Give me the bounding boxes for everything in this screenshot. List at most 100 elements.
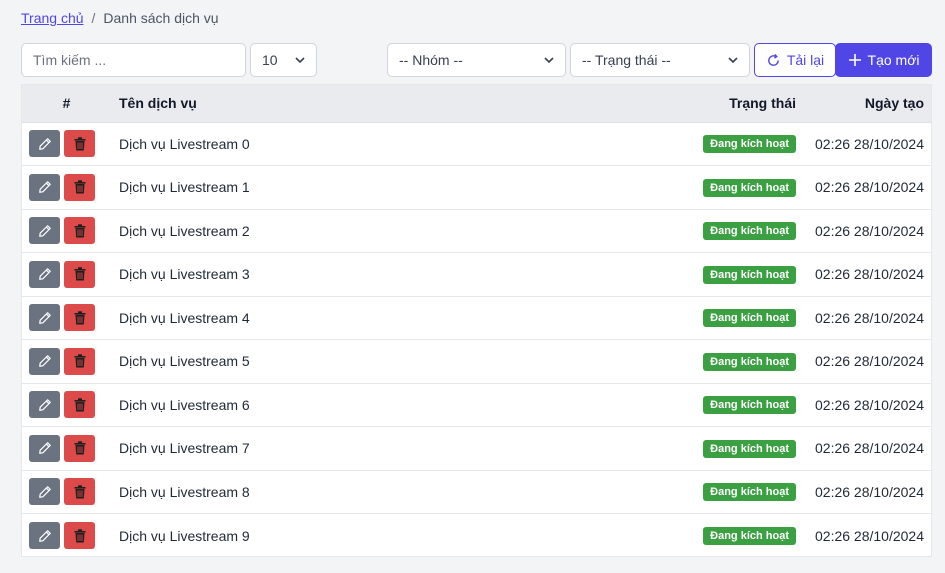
group-select[interactable]: -- Nhóm -- — [387, 43, 566, 77]
pencil-icon — [38, 181, 51, 194]
row-actions — [22, 427, 111, 471]
status-cell: Đang kích hoạt — [676, 296, 796, 340]
column-header-created: Ngày tạo — [796, 85, 931, 123]
status-cell: Đang kích hoạt — [676, 470, 796, 514]
pencil-icon — [38, 137, 51, 150]
status-cell: Đang kích hoạt — [676, 122, 796, 166]
created-date: 02:26 28/10/2024 — [815, 266, 924, 283]
table-row: Dịch vụ Livestream 4 Đang kích hoạt 02:2… — [22, 296, 931, 340]
services-table: # Tên dịch vụ Trạng thái Ngày tạo Dịch v… — [21, 84, 932, 557]
created-date: 02:26 28/10/2024 — [815, 179, 924, 196]
per-page-value: 10 — [262, 52, 278, 68]
status-select[interactable]: -- Trạng thái -- — [570, 43, 750, 77]
created-date: 02:26 28/10/2024 — [815, 396, 924, 413]
row-actions — [22, 296, 111, 340]
reload-button[interactable]: Tải lại — [754, 43, 836, 77]
service-name: Dịch vụ Livestream 4 — [119, 309, 250, 326]
delete-button[interactable] — [64, 173, 95, 201]
plus-icon — [848, 54, 861, 66]
edit-button[interactable] — [29, 522, 60, 549]
status-badge: Đang kích hoạt — [703, 222, 796, 241]
status-badge: Đang kích hoạt — [703, 352, 796, 371]
status-cell: Đang kích hoạt — [676, 514, 796, 558]
status-badge: Đang kích hoạt — [703, 527, 796, 545]
status-badge: Đang kích hoạt — [703, 396, 796, 415]
table-row: Dịch vụ Livestream 5 Đang kích hoạt 02:2… — [22, 340, 931, 384]
per-page-select[interactable]: 10 — [250, 43, 317, 77]
reload-label: Tải lại — [786, 52, 825, 68]
table-row: Dịch vụ Livestream 3 Đang kích hoạt 02:2… — [22, 253, 931, 297]
breadcrumb-separator: / — [91, 10, 96, 26]
status-cell: Đang kích hoạt — [676, 383, 796, 427]
status-badge: Đang kích hoạt — [703, 483, 796, 502]
row-actions — [22, 253, 111, 297]
row-actions — [22, 383, 111, 427]
delete-button[interactable] — [64, 434, 95, 462]
trash-icon — [74, 528, 85, 542]
delete-button[interactable] — [64, 478, 95, 506]
service-name: Dịch vụ Livestream 2 — [119, 222, 250, 239]
created-date: 02:26 28/10/2024 — [815, 135, 924, 152]
delete-button[interactable] — [64, 304, 95, 332]
table-row: Dịch vụ Livestream 6 Đang kích hoạt 02:2… — [22, 383, 931, 427]
status-cell: Đang kích hoạt — [676, 340, 796, 384]
refresh-icon — [767, 53, 779, 66]
table-row: Dịch vụ Livestream 9 Đang kích hoạt 02:2… — [22, 514, 931, 558]
created-date: 02:26 28/10/2024 — [815, 440, 924, 457]
trash-icon — [74, 398, 85, 412]
edit-button[interactable] — [29, 217, 60, 245]
edit-button[interactable] — [29, 347, 60, 375]
row-actions — [22, 340, 111, 384]
column-header-name: Tên dịch vụ — [111, 85, 676, 123]
service-name: Dịch vụ Livestream 8 — [119, 483, 250, 500]
status-badge: Đang kích hoạt — [703, 178, 796, 197]
created-date: 02:26 28/10/2024 — [815, 222, 924, 239]
delete-button[interactable] — [64, 347, 95, 375]
breadcrumb-home-link[interactable]: Trang chủ — [21, 10, 84, 26]
row-actions — [22, 166, 111, 210]
pencil-icon — [38, 268, 51, 281]
delete-button[interactable] — [64, 522, 95, 549]
trash-icon — [74, 267, 85, 281]
edit-button[interactable] — [29, 391, 60, 419]
search-input[interactable] — [21, 43, 246, 77]
toolbar: 10 -- Nhóm -- -- Trạng thái -- Tải lại T… — [21, 43, 932, 77]
status-badge: Đang kích hoạt — [703, 439, 796, 458]
chevron-down-icon — [544, 57, 554, 64]
status-cell: Đang kích hoạt — [676, 253, 796, 297]
status-cell: Đang kích hoạt — [676, 166, 796, 210]
breadcrumb: Trang chủ / Danh sách dịch vụ — [21, 10, 219, 26]
trash-icon — [74, 180, 85, 194]
row-actions — [22, 470, 111, 514]
created-date: 02:26 28/10/2024 — [815, 527, 924, 544]
table-row: Dịch vụ Livestream 0 Đang kích hoạt 02:2… — [22, 122, 931, 166]
edit-button[interactable] — [29, 434, 60, 462]
edit-button[interactable] — [29, 478, 60, 506]
table-header-row: # Tên dịch vụ Trạng thái Ngày tạo — [22, 85, 931, 123]
pencil-icon — [38, 311, 51, 324]
status-badge: Đang kích hoạt — [703, 265, 796, 284]
pencil-icon — [38, 529, 51, 542]
column-header-status: Trạng thái — [676, 85, 796, 123]
edit-button[interactable] — [29, 130, 60, 158]
service-name: Dịch vụ Livestream 1 — [119, 179, 250, 196]
delete-button[interactable] — [64, 391, 95, 419]
created-date: 02:26 28/10/2024 — [815, 353, 924, 370]
edit-button[interactable] — [29, 304, 60, 332]
status-badge: Đang kích hoạt — [703, 135, 796, 154]
service-name: Dịch vụ Livestream 9 — [119, 527, 250, 544]
create-button[interactable]: Tạo mới — [835, 43, 932, 77]
pencil-icon — [38, 398, 51, 411]
status-cell: Đang kích hoạt — [676, 427, 796, 471]
delete-button[interactable] — [64, 130, 95, 158]
row-actions — [22, 209, 111, 253]
delete-button[interactable] — [64, 217, 95, 245]
trash-icon — [74, 485, 85, 499]
service-name: Dịch vụ Livestream 5 — [119, 353, 250, 370]
edit-button[interactable] — [29, 260, 60, 288]
trash-icon — [74, 354, 85, 368]
table-row: Dịch vụ Livestream 1 Đang kích hoạt 02:2… — [22, 166, 931, 210]
delete-button[interactable] — [64, 260, 95, 288]
table-row: Dịch vụ Livestream 8 Đang kích hoạt 02:2… — [22, 470, 931, 514]
edit-button[interactable] — [29, 173, 60, 201]
